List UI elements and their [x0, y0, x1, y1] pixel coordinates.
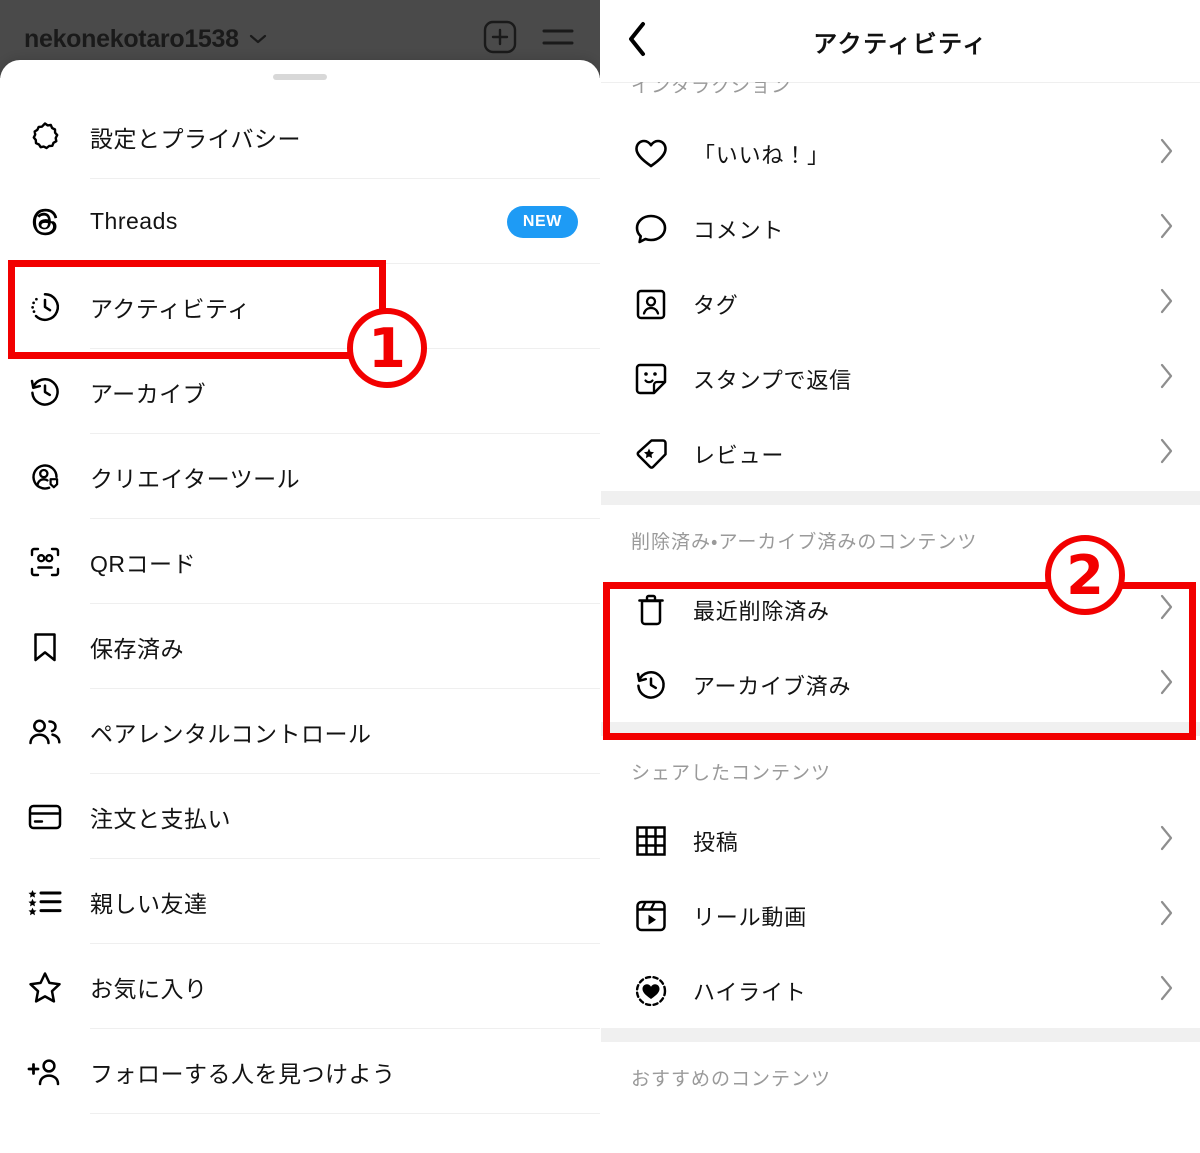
- chevron-down-icon[interactable]: [249, 30, 267, 48]
- archive-clock-icon: [629, 667, 673, 703]
- menu-item-discover-people[interactable]: フォローする人を見つけよう: [0, 1029, 600, 1114]
- menu-item-settings[interactable]: 設定とプライバシー: [0, 94, 600, 179]
- activity-item-label: 最近削除済み: [693, 598, 830, 624]
- chevron-right-icon[interactable]: [1158, 437, 1174, 470]
- bottom-sheet: 設定とプライバシー Threads NEW アクティビティ アーカイブ クリエイ…: [0, 60, 600, 1153]
- page-title: アクティビティ: [813, 30, 988, 58]
- menu-item-label: 設定とプライバシー: [90, 125, 302, 152]
- chevron-right-icon[interactable]: [1158, 287, 1174, 320]
- menu-item-creator-tools[interactable]: クリエイターツール: [0, 434, 600, 519]
- activity-header: アクティビティ: [601, 0, 1200, 82]
- activity-item-label: コメント: [693, 217, 785, 243]
- menu-item-qr-code[interactable]: QRコード: [0, 519, 600, 604]
- qr-code-icon: [22, 544, 68, 580]
- sticker-icon: [629, 362, 673, 396]
- review-tag-icon: [629, 437, 673, 471]
- menu-item-close-friends[interactable]: 親しい友達: [0, 859, 600, 944]
- credit-card-icon: [22, 803, 68, 831]
- chevron-right-icon[interactable]: [1158, 362, 1174, 395]
- menu-item-label: 親しい友達: [90, 890, 208, 917]
- menu-item-label: クリエイターツール: [90, 465, 301, 492]
- menu-item-label: ペアレンタルコントロール: [90, 720, 372, 747]
- menu-item-favorites[interactable]: お気に入り: [0, 944, 600, 1029]
- activity-item-label: 投稿: [693, 829, 739, 855]
- menu-item-threads[interactable]: Threads NEW: [0, 179, 600, 264]
- section-separator-band: [601, 722, 1200, 736]
- new-badge: NEW: [506, 205, 578, 238]
- chevron-right-icon[interactable]: [1158, 974, 1174, 1007]
- annotation-marker-1: 1: [347, 308, 427, 388]
- chevron-right-icon[interactable]: [1158, 668, 1174, 701]
- menu-item-activity[interactable]: アクティビティ: [0, 264, 600, 349]
- chevron-right-icon[interactable]: [1158, 899, 1174, 932]
- activity-item-tags[interactable]: タグ: [601, 266, 1200, 341]
- section-separator-band: [601, 491, 1200, 505]
- sheet-grabber-handle[interactable]: [273, 74, 327, 80]
- creator-tools-icon: [22, 459, 68, 495]
- section-heading-suggested-content: おすすめのコンテンツ: [631, 1069, 832, 1090]
- hamburger-menu-icon[interactable]: [540, 22, 576, 57]
- chevron-left-icon[interactable]: [625, 20, 649, 63]
- chevron-right-icon[interactable]: [1158, 593, 1174, 626]
- profile-username[interactable]: nekonekotaro1538: [24, 25, 239, 54]
- close-friends-list-icon: [22, 886, 68, 918]
- highlight-heart-icon: [629, 974, 673, 1008]
- chevron-right-icon[interactable]: [1158, 137, 1174, 170]
- section-separator-band: [601, 1028, 1200, 1042]
- activity-item-label: リール動画: [693, 904, 808, 930]
- people-icon: [22, 716, 68, 748]
- menu-item-label: 注文と支払い: [90, 805, 231, 832]
- activity-item-label: レビュー: [693, 442, 785, 468]
- menu-item-label: QRコード: [90, 550, 196, 577]
- menu-item-label: お気に入り: [90, 975, 208, 1002]
- activity-item-label: 「いいね！」: [693, 142, 830, 168]
- activity-item-highlights[interactable]: ハイライト: [601, 953, 1200, 1028]
- threads-icon: [22, 205, 68, 239]
- grid-icon: [629, 825, 673, 857]
- activity-clock-icon: [22, 289, 68, 325]
- menu-item-archive[interactable]: アーカイブ: [0, 349, 600, 434]
- menu-item-label: 保存済み: [90, 635, 184, 662]
- reels-icon: [629, 899, 673, 933]
- activity-item-likes[interactable]: 「いいね！」: [601, 116, 1200, 191]
- activity-item-label: ハイライト: [693, 979, 807, 1005]
- add-person-icon: [22, 1056, 68, 1088]
- profile-menu-list: 設定とプライバシー Threads NEW アクティビティ アーカイブ クリエイ…: [0, 94, 600, 1114]
- activity-item-label: スタンプで返信: [693, 367, 852, 393]
- bookmark-icon: [22, 630, 68, 664]
- menu-item-label: Threads: [90, 208, 178, 234]
- activity-item-reels[interactable]: リール動画: [601, 878, 1200, 953]
- activity-item-sticker-replies[interactable]: スタンプで返信: [601, 341, 1200, 416]
- plus-square-icon[interactable]: [482, 19, 518, 60]
- archive-clock-icon: [22, 374, 68, 410]
- activity-item-posts[interactable]: 投稿: [601, 803, 1200, 878]
- menu-item-label: アクティビティ: [90, 295, 251, 322]
- menu-item-label: フォローする人を見つけよう: [90, 1060, 396, 1087]
- menu-item-saved[interactable]: 保存済み: [0, 604, 600, 689]
- menu-item-parental-control[interactable]: ペアレンタルコントロール: [0, 689, 600, 774]
- comment-bubble-icon: [629, 213, 673, 245]
- star-icon: [22, 970, 68, 1004]
- tag-person-icon: [629, 287, 673, 321]
- menu-item-label: アーカイブ: [90, 380, 207, 407]
- heart-icon: [629, 138, 673, 170]
- section-heading-shared-content: シェアしたコンテンツ: [631, 763, 832, 784]
- menu-item-orders-payments[interactable]: 注文と支払い: [0, 774, 600, 859]
- instagram-profile-menu-panel: nekonekotaro1538 設定とプライバシー Threads NEW ア…: [0, 0, 600, 1153]
- activity-item-reviews[interactable]: レビュー: [601, 416, 1200, 491]
- chevron-right-icon[interactable]: [1158, 212, 1174, 245]
- screenshot-root: nekonekotaro1538 設定とプライバシー Threads NEW ア…: [0, 0, 1200, 1153]
- activity-item-archived[interactable]: アーカイブ済み: [601, 647, 1200, 722]
- chevron-right-icon[interactable]: [1158, 824, 1174, 857]
- annotation-marker-2: 2: [1045, 535, 1125, 615]
- activity-item-label: アーカイブ済み: [693, 673, 852, 699]
- activity-item-label: タグ: [693, 292, 739, 318]
- trash-icon: [629, 593, 673, 627]
- gear-icon: [22, 120, 68, 154]
- activity-item-comments[interactable]: コメント: [601, 191, 1200, 266]
